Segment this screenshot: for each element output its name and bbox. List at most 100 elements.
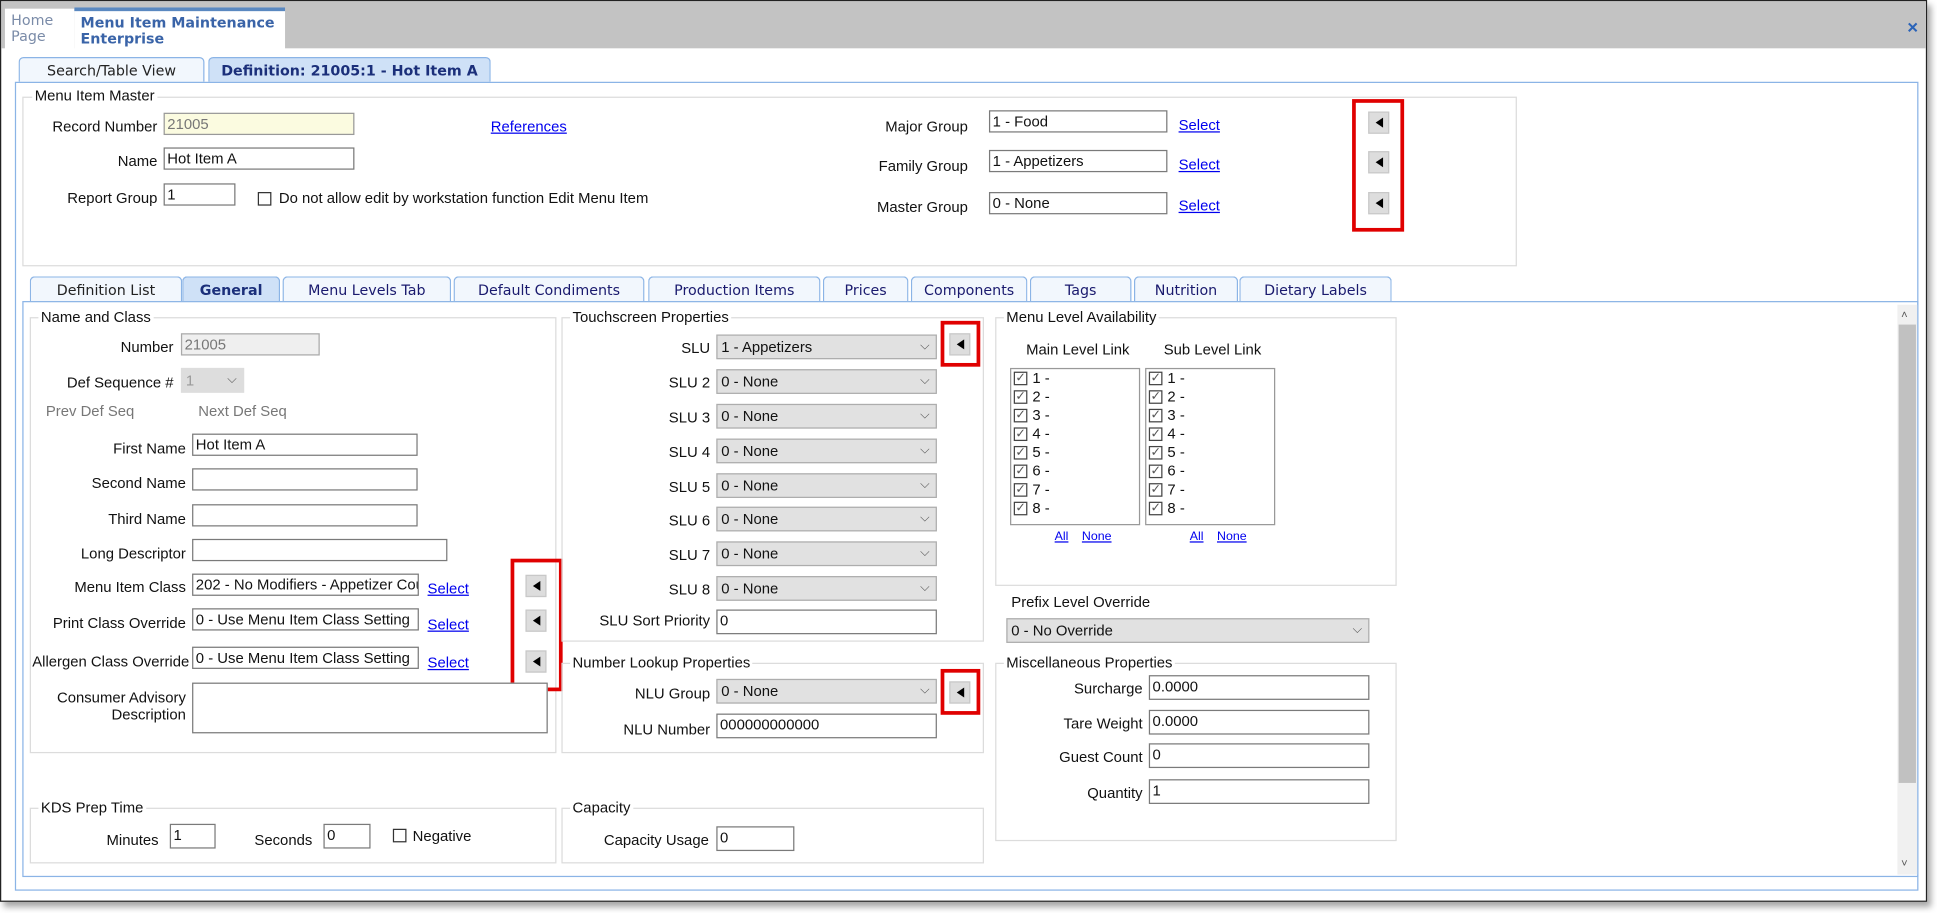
prev-def-seq-link[interactable]: Prev Def Seq [46, 403, 134, 420]
checkbox-checked-icon[interactable]: ✓ [1148, 445, 1163, 460]
checkbox-checked-icon[interactable]: ✓ [1013, 371, 1028, 386]
scrollbar-thumb[interactable] [1898, 324, 1916, 783]
close-icon[interactable]: × [1907, 17, 1918, 38]
slu-select[interactable]: 0 - None ⌵ [716, 369, 937, 394]
checkbox-checked-icon[interactable]: ✓ [1148, 371, 1163, 386]
menu-level-item[interactable]: ✓ 7 - [1146, 481, 1274, 500]
menu-level-item[interactable]: ✓ 2 - [1011, 388, 1139, 407]
sub-none-link[interactable]: None [1217, 530, 1247, 544]
menu-level-item[interactable]: ✓ 6 - [1011, 462, 1139, 481]
tab-home-page[interactable]: Home Page [4, 8, 75, 50]
print-class-override-field[interactable]: 0 - Use Menu Item Class Setting [192, 608, 419, 631]
main-none-link[interactable]: None [1082, 530, 1112, 544]
menu-level-item[interactable]: ✓ 1 - [1146, 369, 1274, 388]
consumer-advisory-field[interactable] [192, 682, 548, 734]
next-def-seq-link[interactable]: Next Def Seq [198, 403, 286, 420]
checkbox-checked-icon[interactable]: ✓ [1013, 464, 1028, 479]
menu-level-item[interactable]: ✓ 8 - [1011, 499, 1139, 518]
menu-item-class-field[interactable]: 202 - No Modifiers - Appetizer Course [192, 573, 419, 596]
quantity-field[interactable]: 1 [1148, 779, 1370, 804]
sub-level-list[interactable]: ✓ 1 - ✓ 2 - ✓ 3 - ✓ 4 - ✓ 5 - ✓ 6 - ✓ 7 - ✓ 8 - [1145, 367, 1276, 526]
checkbox-checked-icon[interactable]: ✓ [1013, 445, 1028, 460]
collapse-arrow-icon[interactable] [1368, 111, 1390, 134]
major-group-field[interactable]: 1 - Food [988, 110, 1168, 133]
slu-select[interactable]: 0 - None ⌵ [716, 576, 937, 601]
family-group-field[interactable]: 1 - Appetizers [988, 149, 1168, 173]
collapse-arrow-icon[interactable] [1368, 192, 1390, 215]
references-link[interactable]: References [491, 118, 567, 135]
slu-sort-priority-field[interactable]: 0 [716, 609, 937, 635]
long-descriptor-field[interactable] [192, 538, 448, 562]
menu-level-item[interactable]: ✓ 4 - [1011, 425, 1139, 444]
tab-general[interactable]: General [182, 276, 281, 302]
prefix-level-override-select[interactable]: 0 - No Override ⌵ [1006, 618, 1370, 643]
minutes-field[interactable]: 1 [169, 823, 216, 849]
checkbox-checked-icon[interactable]: ✓ [1013, 483, 1028, 497]
first-name-field[interactable]: Hot Item A [192, 433, 418, 456]
menu-level-item[interactable]: ✓ 5 - [1011, 443, 1139, 462]
menu-level-item[interactable]: ✓ 8 - [1146, 499, 1274, 518]
no-edit-checkbox[interactable] [257, 192, 272, 206]
main-all-link[interactable]: All [1055, 530, 1069, 544]
family-group-select-link[interactable]: Select [1179, 156, 1220, 173]
capacity-usage-field[interactable]: 0 [716, 826, 795, 852]
main-level-list[interactable]: ✓ 1 - ✓ 2 - ✓ 3 - ✓ 4 - ✓ 5 - ✓ 6 - ✓ 7 - ✓ 8 - [1010, 367, 1141, 526]
slu-select[interactable]: 0 - None ⌵ [716, 438, 937, 464]
tab-production-items[interactable]: Production Items [648, 276, 821, 302]
checkbox-checked-icon[interactable]: ✓ [1148, 483, 1163, 497]
tab-definition-list[interactable]: Definition List [29, 276, 183, 302]
tab-components[interactable]: Components [910, 276, 1028, 302]
menu-level-item[interactable]: ✓ 5 - [1146, 443, 1274, 462]
nlu-number-field[interactable]: 000000000000 [716, 713, 937, 739]
scroll-down-icon[interactable]: ˅ [1901, 857, 1908, 869]
second-name-field[interactable] [192, 468, 418, 491]
collapse-arrow-icon[interactable] [525, 650, 547, 673]
tab-menu-levels[interactable]: Menu Levels Tab [282, 276, 452, 302]
nlu-group-select[interactable]: 0 - None ⌵ [716, 678, 937, 704]
tab-dietary-labels[interactable]: Dietary Labels [1239, 276, 1392, 302]
menu-level-item[interactable]: ✓ 6 - [1146, 462, 1274, 481]
allergen-class-override-field[interactable]: 0 - Use Menu Item Class Setting [192, 646, 419, 669]
menu-level-item[interactable]: ✓ 1 - [1011, 369, 1139, 388]
menu-level-item[interactable]: ✓ 3 - [1011, 406, 1139, 425]
tab-prices[interactable]: Prices [822, 276, 909, 302]
report-group-field[interactable]: 1 [163, 183, 236, 206]
collapse-arrow-icon[interactable] [1368, 151, 1390, 174]
allergen-class-select-link[interactable]: Select [428, 654, 469, 671]
checkbox-checked-icon[interactable]: ✓ [1013, 501, 1028, 516]
slu-select[interactable]: 0 - None ⌵ [716, 506, 937, 532]
seconds-field[interactable]: 0 [323, 823, 371, 849]
master-group-select-link[interactable]: Select [1179, 197, 1220, 214]
checkbox-checked-icon[interactable]: ✓ [1013, 427, 1028, 442]
checkbox-checked-icon[interactable]: ✓ [1013, 408, 1028, 423]
menu-level-item[interactable]: ✓ 4 - [1146, 425, 1274, 444]
tare-weight-field[interactable]: 0.0000 [1148, 709, 1370, 735]
checkbox-checked-icon[interactable]: ✓ [1148, 390, 1163, 404]
checkbox-checked-icon[interactable]: ✓ [1148, 501, 1163, 516]
tab-menu-item-maintenance[interactable]: Menu Item Maintenance Enterprise [74, 7, 286, 54]
sub-all-link[interactable]: All [1190, 530, 1204, 544]
checkbox-checked-icon[interactable]: ✓ [1148, 408, 1163, 423]
guest-count-field[interactable]: 0 [1148, 743, 1370, 769]
third-name-field[interactable] [192, 504, 418, 527]
collapse-arrow-icon[interactable] [525, 574, 547, 598]
checkbox-checked-icon[interactable]: ✓ [1148, 464, 1163, 479]
tab-definition[interactable]: Definition: 21005:1 - Hot Item A [208, 56, 491, 82]
checkbox-checked-icon[interactable]: ✓ [1013, 390, 1028, 404]
master-group-field[interactable]: 0 - None [988, 192, 1168, 215]
menu-level-item[interactable]: ✓ 3 - [1146, 406, 1274, 425]
collapse-arrow-icon[interactable] [525, 609, 547, 632]
slu-select[interactable]: 0 - None ⌵ [716, 473, 937, 498]
name-field[interactable]: Hot Item A [163, 147, 355, 170]
surcharge-field[interactable]: 0.0000 [1148, 675, 1370, 700]
tab-nutrition[interactable]: Nutrition [1133, 276, 1239, 302]
scroll-up-icon[interactable]: ˄ [1901, 308, 1908, 320]
slu-select[interactable]: 0 - None ⌵ [716, 541, 937, 567]
menu-item-class-select-link[interactable]: Select [428, 580, 469, 597]
menu-level-item[interactable]: ✓ 7 - [1011, 481, 1139, 500]
tab-tags[interactable]: Tags [1029, 276, 1132, 302]
tab-search-table-view[interactable]: Search/Table View [18, 56, 205, 82]
negative-checkbox[interactable] [392, 828, 407, 843]
print-class-select-link[interactable]: Select [428, 616, 469, 633]
checkbox-checked-icon[interactable]: ✓ [1148, 427, 1163, 442]
